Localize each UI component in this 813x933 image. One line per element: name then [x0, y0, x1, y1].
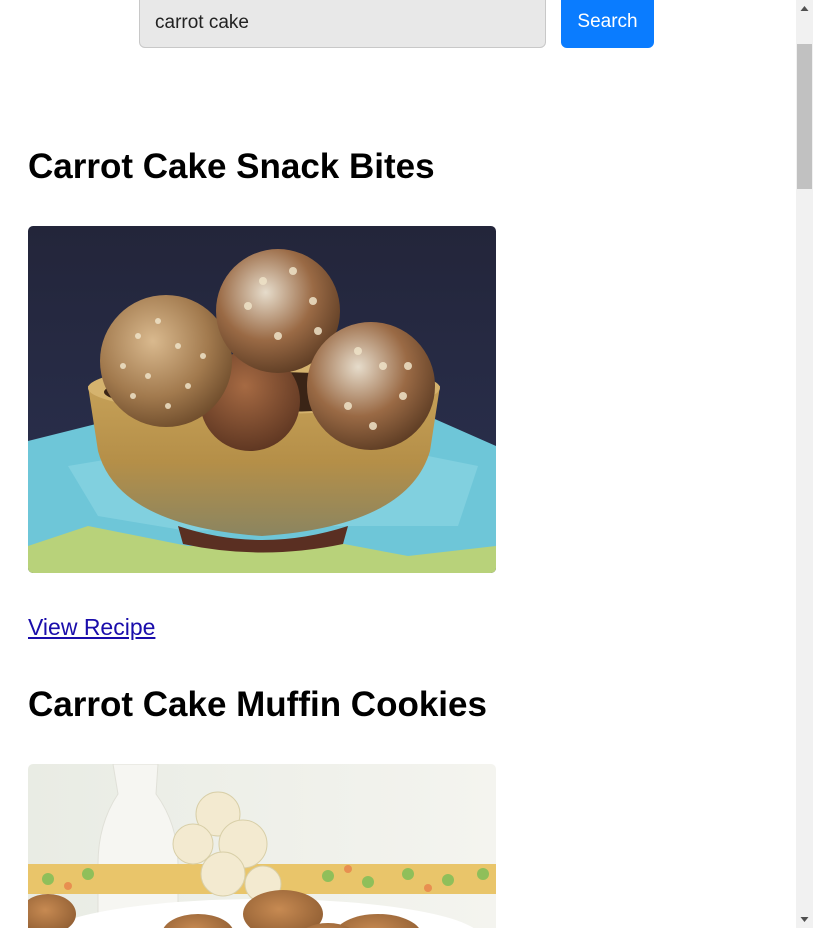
search-input[interactable]: carrot cake	[139, 0, 546, 48]
recipe-title: Carrot Cake Muffin Cookies	[28, 685, 487, 724]
recipe-title: Carrot Cake Snack Bites	[28, 147, 435, 186]
scroll-up-arrow-icon[interactable]	[796, 0, 813, 17]
scrollbar-thumb[interactable]	[797, 44, 812, 189]
view-recipe-link[interactable]: View Recipe	[28, 613, 155, 641]
carrot-cake-muffin-cookies-photo	[28, 764, 496, 928]
scroll-down-arrow-icon[interactable]	[796, 911, 813, 928]
carrot-cake-snack-bites-photo	[28, 226, 496, 573]
search-button[interactable]: Search	[561, 0, 654, 48]
page-content: carrot cake Search Carrot Cake Snack Bit…	[0, 0, 796, 928]
vertical-scrollbar[interactable]	[796, 0, 813, 928]
recipe-image	[28, 226, 496, 573]
recipe-image	[28, 764, 496, 928]
